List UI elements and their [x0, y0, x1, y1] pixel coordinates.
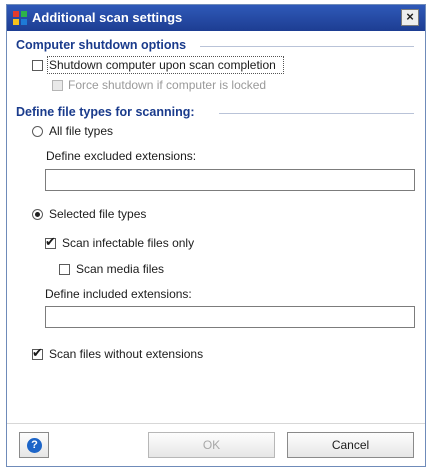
window-title: Additional scan settings [32, 10, 183, 25]
files-without-extensions-label[interactable]: Scan files without extensions [49, 347, 203, 361]
additional-scan-settings-dialog: Additional scan settings × Computer shut… [6, 4, 426, 467]
close-icon: × [406, 9, 414, 24]
shutdown-heading-divider [200, 46, 414, 47]
avg-logo-icon [13, 11, 27, 25]
shutdown-on-completion-checkbox[interactable] [32, 60, 43, 71]
file-types-heading-divider [219, 113, 414, 114]
media-files-label[interactable]: Scan media files [76, 262, 164, 276]
excluded-extensions-input[interactable] [45, 169, 415, 191]
selected-file-types-radio[interactable] [32, 209, 43, 220]
radio-selected-dot [35, 212, 40, 217]
selected-file-types-label[interactable]: Selected file types [49, 207, 146, 221]
cancel-button[interactable]: Cancel [287, 432, 414, 458]
infectable-files-only-checkbox[interactable]: ✔ [45, 234, 56, 249]
all-file-types-label[interactable]: All file types [49, 124, 113, 138]
button-bar-divider [7, 423, 425, 424]
help-button[interactable]: ? [19, 432, 49, 458]
ok-button[interactable]: OK [148, 432, 275, 458]
included-extensions-label: Define included extensions: [45, 287, 192, 301]
all-file-types-radio[interactable] [32, 126, 43, 137]
force-shutdown-checkbox[interactable] [52, 80, 63, 91]
shutdown-options-heading: Computer shutdown options [16, 38, 187, 52]
force-shutdown-label[interactable]: Force shutdown if computer is locked [68, 78, 266, 92]
shutdown-on-completion-label[interactable]: Shutdown computer upon scan completion [49, 58, 276, 72]
help-icon: ? [27, 438, 42, 453]
file-types-heading: Define file types for scanning: [16, 105, 195, 119]
title-bar[interactable]: Additional scan settings × [7, 5, 425, 31]
checkmark-icon: ✔ [32, 345, 43, 360]
close-button[interactable]: × [401, 9, 419, 26]
infectable-files-only-label[interactable]: Scan infectable files only [62, 236, 194, 250]
media-files-checkbox[interactable] [59, 264, 70, 275]
checkmark-icon: ✔ [45, 234, 56, 249]
files-without-extensions-checkbox[interactable]: ✔ [32, 345, 43, 360]
included-extensions-input[interactable] [45, 306, 415, 328]
excluded-extensions-label: Define excluded extensions: [46, 149, 197, 163]
